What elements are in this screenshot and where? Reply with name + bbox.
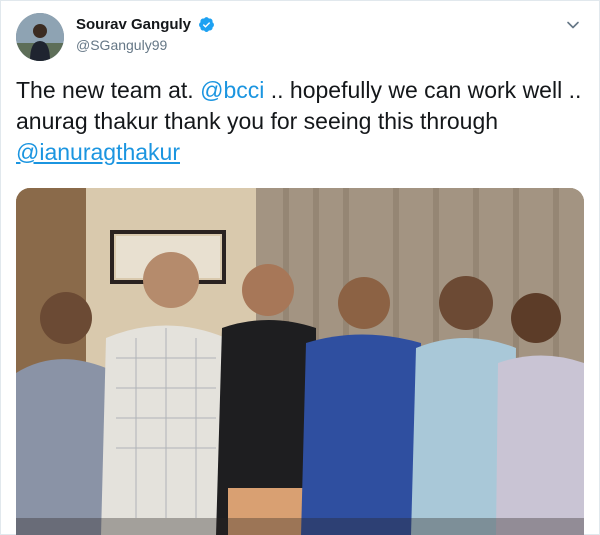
author-handle[interactable]: @SGanguly99 [76, 37, 215, 53]
author-name[interactable]: Sourav Ganguly [76, 16, 191, 33]
group-photo-image [16, 188, 584, 535]
tweet-text: The new team at. @bcci .. hopefully we c… [16, 75, 586, 168]
avatar[interactable] [16, 13, 64, 61]
tweet-text-part1: The new team at. [16, 77, 201, 103]
mention-bcci[interactable]: @bcci [200, 77, 264, 103]
avatar-image [16, 13, 64, 61]
mention-ianuragthakur[interactable]: @ianuragthakur [16, 139, 180, 165]
verified-badge-icon [199, 17, 215, 33]
tweet-photo[interactable] [16, 188, 584, 535]
author-block: Sourav Ganguly @SGanguly99 [76, 16, 215, 53]
chevron-down-icon[interactable] [565, 17, 581, 33]
tweet-card: Sourav Ganguly @SGanguly99 The new team … [0, 0, 600, 535]
